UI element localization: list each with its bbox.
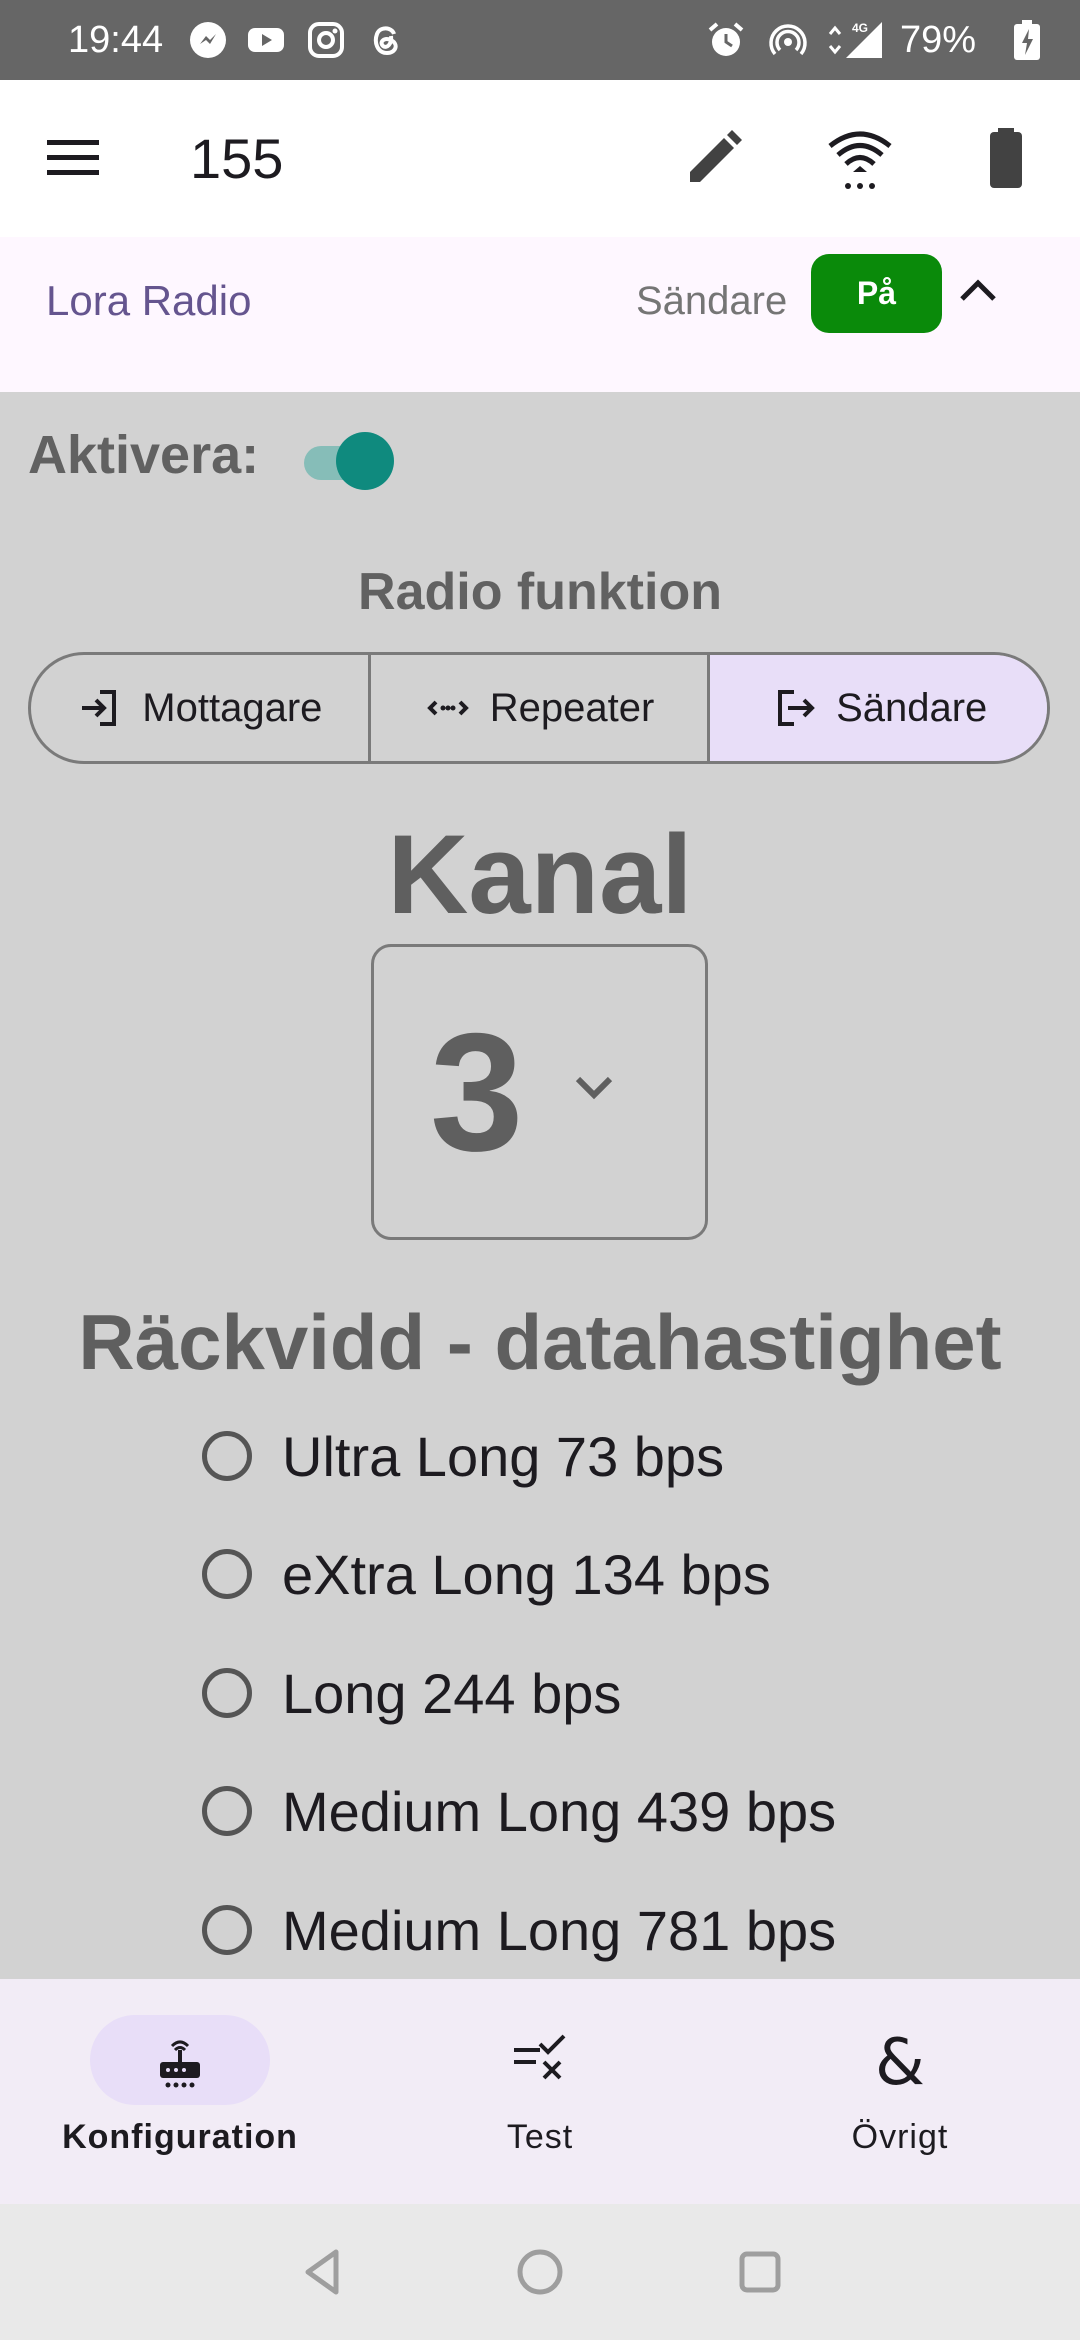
- menu-icon[interactable]: [35, 120, 111, 196]
- range-option-label: Long 244 bps: [282, 1661, 622, 1725]
- instagram-icon: [306, 20, 346, 60]
- radio-button[interactable]: [202, 1786, 252, 1836]
- segment-label: Repeater: [489, 685, 655, 730]
- range-option-label: eXtra Long 134 bps: [282, 1542, 771, 1606]
- range-option-label: Medium Long 781 bps: [282, 1898, 837, 1962]
- radio-function-selector: Mottagare Repeater Sändare: [28, 652, 1050, 764]
- main-content: Aktivera: Radio funktion Mottagare Repea…: [0, 392, 1080, 1979]
- radio-function-title: Radio funktion: [358, 563, 722, 621]
- svg-text:4G: 4G: [852, 21, 868, 35]
- channel-title: Kanal: [387, 812, 693, 937]
- segment-mottagare[interactable]: Mottagare: [31, 655, 368, 761]
- radio-button[interactable]: [202, 1668, 252, 1718]
- chevron-up-icon[interactable]: [948, 261, 1008, 321]
- wifi-icon[interactable]: [822, 120, 898, 196]
- system-navigation-bar: [0, 2204, 1080, 2340]
- channel-value: 3: [430, 998, 524, 1186]
- messenger-icon: [188, 20, 228, 60]
- enable-label: Aktivera:: [28, 425, 260, 485]
- threads-icon: [366, 20, 406, 60]
- radio-button[interactable]: [202, 1905, 252, 1955]
- nav-label: Övrigt: [851, 2118, 949, 2156]
- state-on-button[interactable]: På: [811, 254, 942, 333]
- status-time: 19:44: [68, 19, 164, 61]
- section-title: Lora Radio: [46, 277, 252, 324]
- range-option[interactable]: Medium Long 781 bps: [202, 1880, 836, 1980]
- battery-icon[interactable]: [968, 120, 1044, 196]
- range-option[interactable]: Medium Long 439 bps: [202, 1761, 836, 1861]
- app-title: 155: [190, 127, 284, 190]
- segment-repeater[interactable]: Repeater: [367, 655, 708, 761]
- enable-toggle[interactable]: [300, 432, 400, 492]
- status-battery-text: 79%: [900, 19, 977, 61]
- signal-4g-icon: 4G: [826, 20, 886, 60]
- range-option[interactable]: eXtra Long 134 bps: [202, 1524, 771, 1624]
- range-option[interactable]: Long 244 bps: [202, 1643, 621, 1743]
- nav-label: Konfiguration: [62, 2118, 298, 2156]
- edit-icon[interactable]: [676, 120, 752, 196]
- range-title: Räckvidd - datahastighet: [78, 1298, 1002, 1386]
- segment-label: Mottagare: [142, 685, 323, 730]
- nav-item-test[interactable]: Test: [360, 1979, 720, 2204]
- bottom-navigation: Konfiguration Test & Övrigt: [0, 1979, 1080, 2204]
- alarm-icon: [706, 20, 746, 60]
- checklist-icon: [510, 2030, 570, 2090]
- youtube-icon: [246, 20, 286, 60]
- code-dots-icon: [424, 684, 472, 732]
- nav-item-ovrigt[interactable]: & Övrigt: [720, 1979, 1080, 2204]
- battery-charging-icon: [1012, 20, 1042, 60]
- recents-icon[interactable]: [730, 2242, 790, 2302]
- status-bar: 19:44 4G 79%: [0, 0, 1080, 80]
- channel-dropdown[interactable]: 3: [371, 944, 708, 1240]
- radio-button[interactable]: [202, 1549, 252, 1599]
- range-option-label: Ultra Long 73 bps: [282, 1424, 725, 1488]
- hotspot-icon: [768, 20, 808, 60]
- section-header[interactable]: Lora Radio Sändare På: [0, 237, 1080, 392]
- segment-label: Sändare: [836, 685, 988, 730]
- nav-label: Test: [506, 2118, 574, 2156]
- toggle-thumb: [336, 432, 394, 490]
- router-icon: [150, 2030, 210, 2090]
- login-icon: [76, 684, 124, 732]
- home-icon[interactable]: [510, 2242, 570, 2302]
- segment-sandare[interactable]: Sändare: [707, 655, 1047, 761]
- radio-button[interactable]: [202, 1431, 252, 1481]
- range-option-label: Medium Long 439 bps: [282, 1779, 837, 1843]
- range-option[interactable]: Ultra Long 73 bps: [202, 1406, 724, 1506]
- svg-text:&: &: [875, 2030, 925, 2090]
- logout-icon: [770, 684, 818, 732]
- app-bar: 155: [0, 80, 1080, 237]
- ampersand-icon: &: [870, 2030, 930, 2090]
- back-icon[interactable]: [292, 2242, 352, 2302]
- section-mode-text: Sändare: [636, 279, 788, 323]
- nav-item-konfiguration[interactable]: Konfiguration: [0, 1979, 360, 2204]
- chevron-down-icon: [564, 1057, 624, 1117]
